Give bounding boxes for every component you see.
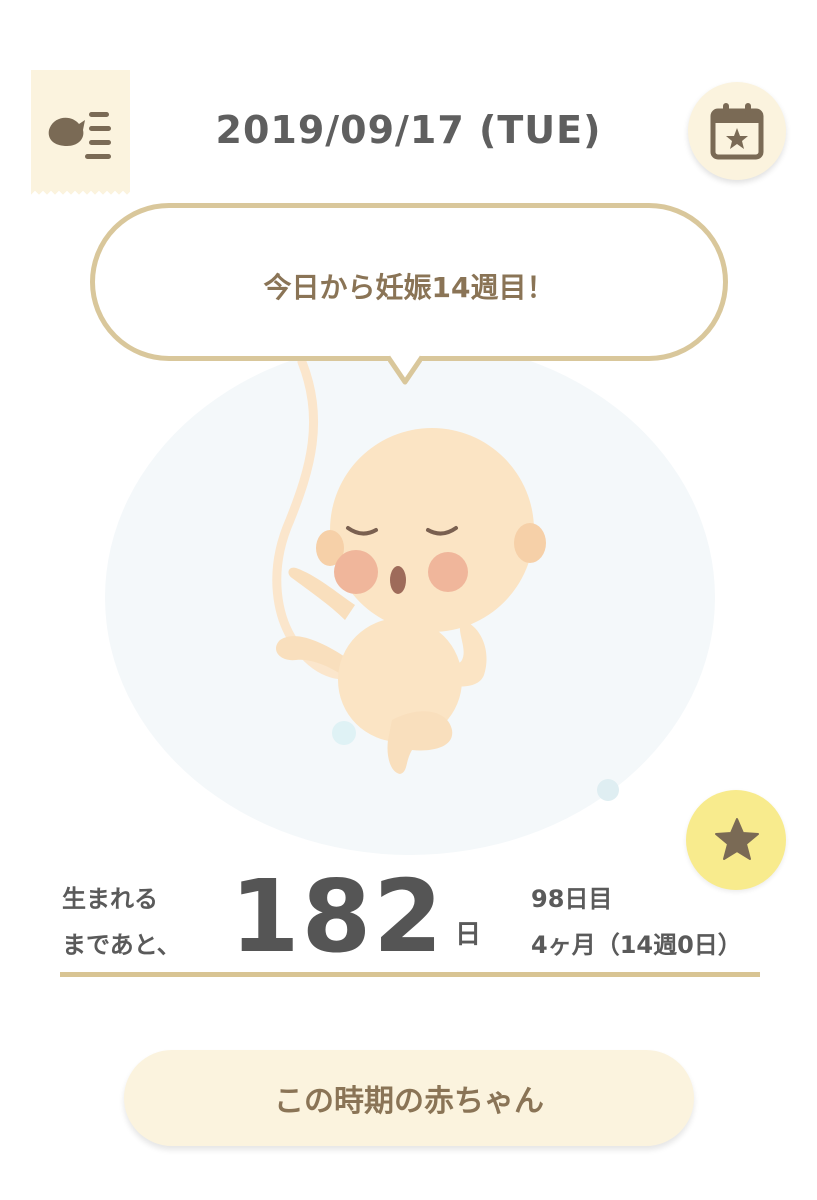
bubble-tail xyxy=(388,354,422,385)
fetus-illustration xyxy=(272,357,619,801)
favorite-button[interactable] xyxy=(686,790,786,890)
star-icon xyxy=(715,818,759,860)
message-bubble: 今日から妊娠14週目！ xyxy=(90,203,728,361)
bubble-text: 今日から妊娠14週目！ xyxy=(263,271,555,304)
